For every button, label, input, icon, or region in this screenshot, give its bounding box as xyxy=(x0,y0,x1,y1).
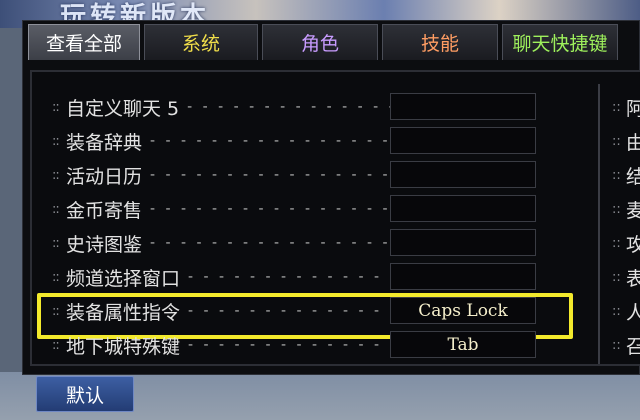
row-prefix: :: xyxy=(52,133,60,149)
row-label: 攻 xyxy=(626,233,640,256)
key-input[interactable]: Caps Lock xyxy=(390,297,536,324)
row-label: 自定义聊天 5 xyxy=(66,97,180,120)
row-label: 活动日历 xyxy=(66,165,143,188)
right-list-item: :: 阿 xyxy=(612,90,640,124)
keybinding-row: :: 史诗图鉴 - - - - - - - - - - - - - - - - … xyxy=(52,226,572,260)
row-label: 由 xyxy=(626,131,640,154)
right-list-item: :: 召 xyxy=(612,328,640,362)
default-button[interactable]: 默认 xyxy=(36,376,134,412)
right-list-item: :: 表 xyxy=(612,260,640,294)
keybinding-row: :: 金币寄售 - - - - - - - - - - - - - - - - … xyxy=(52,192,572,226)
keybinding-row: :: 活动日历 - - - - - - - - - - - - - - - - … xyxy=(52,158,572,192)
row-label: 装备辞典 xyxy=(66,131,143,154)
row-prefix: :: xyxy=(612,269,621,285)
row-label: 金币寄售 xyxy=(66,199,143,222)
row-prefix: :: xyxy=(52,303,60,319)
key-input[interactable] xyxy=(390,229,536,256)
right-column-list: :: 阿 :: 由 :: 结 :: 麦 :: 攻 :: 表 :: 人 :: 召 xyxy=(612,90,640,362)
row-prefix: :: xyxy=(52,269,60,285)
row-label: 地下城特殊键 xyxy=(66,335,181,358)
row-prefix: :: xyxy=(612,337,621,353)
row-prefix: :: xyxy=(612,99,621,115)
tab-character[interactable]: 角色 xyxy=(262,24,378,60)
row-prefix: :: xyxy=(52,99,60,115)
key-input[interactable] xyxy=(390,161,536,188)
key-input[interactable] xyxy=(390,93,536,120)
row-label: 人 xyxy=(626,301,640,324)
keybinding-row: :: 装备辞典 - - - - - - - - - - - - - - - - … xyxy=(52,124,572,158)
row-label: 结 xyxy=(626,165,640,188)
key-input[interactable] xyxy=(390,263,536,290)
right-list-item: :: 人 xyxy=(612,294,640,328)
row-prefix: :: xyxy=(612,303,621,319)
tab-skill[interactable]: 技能 xyxy=(382,24,498,60)
row-label: 装备属性指令 xyxy=(66,301,181,324)
keybinding-row: :: 自定义聊天 5 - - - - - - - - - - - - - - -… xyxy=(52,90,572,124)
row-label: 麦 xyxy=(626,199,640,222)
row-label: 史诗图鉴 xyxy=(66,233,143,256)
row-label: 表 xyxy=(626,267,640,290)
keybinding-row: :: 频道选择窗口 - - - - - - - - - - - - - - - … xyxy=(52,260,572,294)
keybinding-row: :: 地下城特殊键 - - - - - - - - - - - - - - - … xyxy=(52,328,572,362)
row-prefix: :: xyxy=(52,201,60,217)
key-input[interactable] xyxy=(390,127,536,154)
row-prefix: :: xyxy=(612,167,621,183)
keybinding-rows: :: 自定义聊天 5 - - - - - - - - - - - - - - -… xyxy=(37,90,573,362)
key-input[interactable]: Tab xyxy=(390,331,536,358)
column-divider xyxy=(598,84,600,364)
right-list-item: :: 结 xyxy=(612,158,640,192)
row-prefix: :: xyxy=(612,235,621,251)
row-prefix: :: xyxy=(52,337,60,353)
keybinding-list-panel: :: 自定义聊天 5 - - - - - - - - - - - - - - -… xyxy=(30,70,640,366)
row-label: 频道选择窗口 xyxy=(66,267,181,290)
row-prefix: :: xyxy=(52,235,60,251)
row-label: 召 xyxy=(626,335,640,358)
row-label: 阿 xyxy=(626,97,640,120)
row-prefix: :: xyxy=(612,201,621,217)
row-prefix: :: xyxy=(612,133,621,149)
keybinding-row-highlighted: :: 装备属性指令 - - - - - - - - - - - - - - - … xyxy=(37,293,573,339)
key-input[interactable] xyxy=(390,195,536,222)
tab-view-all[interactable]: 查看全部 xyxy=(28,24,140,60)
right-list-item: :: 攻 xyxy=(612,226,640,260)
row-prefix: :: xyxy=(52,167,60,183)
right-list-item: :: 由 xyxy=(612,124,640,158)
tab-system[interactable]: 系统 xyxy=(144,24,258,60)
right-list-item: :: 麦 xyxy=(612,192,640,226)
tab-chat-shortcut[interactable]: 聊天快捷键 xyxy=(502,24,618,60)
category-tabs: 查看全部 系统 角色 技能 聊天快捷键 xyxy=(28,24,618,60)
